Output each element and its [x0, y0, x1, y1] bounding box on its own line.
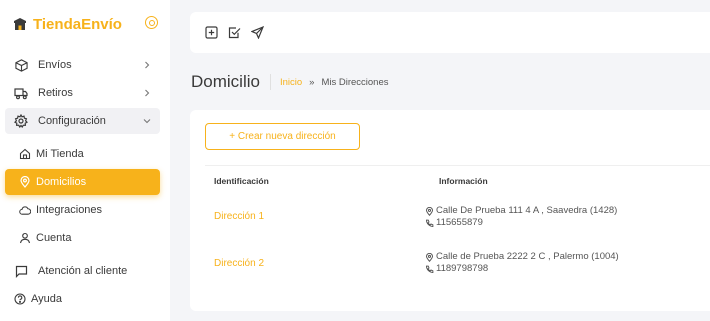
- page-header: Domicilio Inicio » Mis Direcciones: [191, 71, 389, 93]
- sidebar-item-ayuda[interactable]: Ayuda: [5, 286, 160, 312]
- user-icon: [19, 232, 31, 244]
- sidebar-item-label: Retiros: [38, 87, 73, 99]
- sidebar-item-atencion[interactable]: Atención al cliente: [5, 258, 160, 284]
- page-title: Domicilio: [191, 72, 260, 91]
- toolbar: [190, 12, 710, 53]
- breadcrumb-home-link[interactable]: Inicio: [280, 77, 302, 88]
- chevron-down-icon: [143, 119, 151, 124]
- send-icon[interactable]: [251, 25, 265, 40]
- sidebar-subitem-label: Domicilios: [36, 176, 87, 188]
- help-icon: [14, 293, 26, 305]
- brand[interactable]: TiendaEnvío: [13, 13, 158, 35]
- gear-icon: [14, 114, 28, 128]
- check-square-icon[interactable]: [228, 26, 242, 40]
- column-header-id: Identificación: [214, 176, 269, 186]
- breadcrumb-separator: »: [309, 76, 315, 88]
- phone-icon: [425, 265, 434, 274]
- sidebar-item-configuracion[interactable]: Configuración: [5, 108, 160, 134]
- sidebar-item-label: Configuración: [38, 115, 106, 127]
- sidebar-item-retiros[interactable]: Retiros: [5, 80, 160, 106]
- pin-icon: [425, 206, 434, 216]
- address-row-1-id-link[interactable]: Dirección 1: [214, 211, 264, 222]
- phone-text: 1189798798: [436, 263, 489, 274]
- table-divider: [205, 165, 710, 166]
- sidebar-subitem-label: Mi Tienda: [36, 148, 84, 160]
- truck-icon: [14, 86, 28, 100]
- breadcrumb-current: Mis Direcciones: [321, 76, 389, 88]
- pin-icon: [19, 176, 31, 188]
- plus-square-icon[interactable]: [205, 25, 219, 40]
- sidebar-item-envios[interactable]: Envíos: [5, 52, 160, 78]
- box-icon: [14, 58, 28, 72]
- cloud-icon: [19, 204, 31, 216]
- sidebar-item-label: Envíos: [38, 59, 72, 71]
- pin-icon: [425, 252, 434, 262]
- sidebar-subitem-label: Integraciones: [36, 204, 103, 216]
- brand-name: TiendaEnvío: [33, 15, 122, 33]
- home-icon: [19, 148, 31, 160]
- sidebar-subitem-cuenta[interactable]: Cuenta: [5, 225, 160, 251]
- chevron-right-icon: [145, 61, 150, 69]
- create-address-button[interactable]: + Crear nueva dirección: [205, 123, 360, 150]
- address-row-2-info: Calle de Prueba 2222 2 C , Palermo (1004…: [425, 251, 619, 275]
- phone-icon: [425, 219, 434, 228]
- chat-icon: [14, 264, 28, 278]
- addresses-card: + Crear nueva dirección Identificación I…: [190, 110, 710, 311]
- sidebar-toggle-icon[interactable]: [145, 16, 158, 29]
- shop-icon: [14, 18, 26, 30]
- column-header-info: Información: [439, 176, 488, 186]
- sidebar-subitem-mi-tienda[interactable]: Mi Tienda: [5, 141, 160, 167]
- sidebar-subitem-domicilios[interactable]: Domicilios: [5, 169, 160, 195]
- address-row-1-info: Calle De Prueba 111 4 A , Saavedra (1428…: [425, 205, 617, 229]
- address-text: Calle De Prueba 111 4 A , Saavedra (1428…: [436, 205, 618, 216]
- sidebar-item-label: Atención al cliente: [38, 265, 128, 277]
- chevron-right-icon: [145, 89, 150, 97]
- address-text: Calle de Prueba 2222 2 C , Palermo (1004…: [436, 251, 619, 262]
- sidebar-subitem-label: Cuenta: [36, 232, 72, 244]
- sidebar-subitem-integraciones[interactable]: Integraciones: [5, 197, 160, 223]
- address-row-2-id-link[interactable]: Dirección 2: [214, 258, 264, 269]
- header-divider: [269, 74, 271, 90]
- phone-text: 115655879: [436, 217, 483, 228]
- sidebar: TiendaEnvío Envíos Retiros Configuración…: [0, 0, 170, 321]
- sidebar-item-label: Ayuda: [31, 293, 62, 305]
